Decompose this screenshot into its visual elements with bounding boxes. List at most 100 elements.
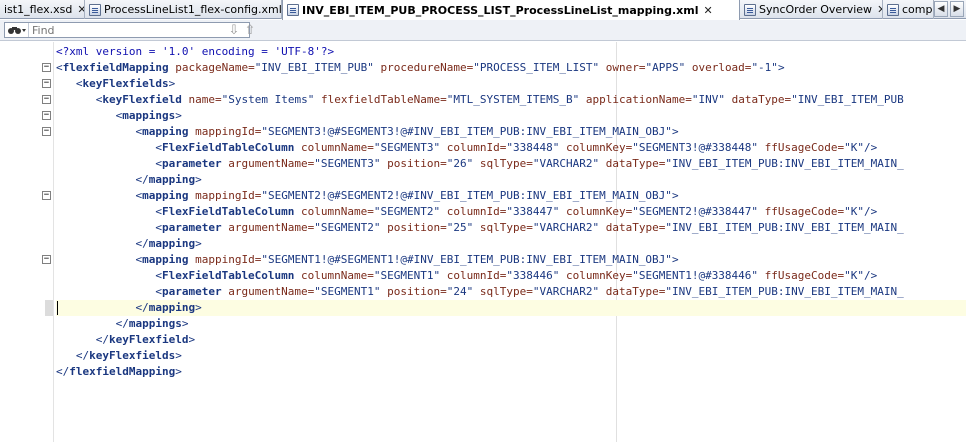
code-line[interactable]: <keyFlexfield name="System Items" flexfi… xyxy=(56,92,966,108)
fold-collapse-icon[interactable]: − xyxy=(42,79,51,88)
xml-attr-token: columnId= xyxy=(440,269,507,282)
code-line[interactable]: </mapping> xyxy=(56,300,966,316)
xml-val-token: "VARCHAR2" xyxy=(532,221,600,234)
xml-val-token: "SEGMENT1" xyxy=(314,285,381,298)
xml-punct-token: > xyxy=(181,317,189,330)
xml-val-token: "-1" xyxy=(751,61,778,74)
code-line[interactable]: <mapping mappingId="SEGMENT2!@#SEGMENT2!… xyxy=(56,188,966,204)
xml-punct-token: > xyxy=(777,61,785,74)
code-line[interactable]: </mapping> xyxy=(56,172,966,188)
xml-punct-token: /> xyxy=(864,269,878,282)
xml-val-token: "SEGMENT1!@#338446" xyxy=(632,269,759,282)
find-bar: ⇩ ⇧ xyxy=(0,20,966,41)
xml-attr-token: applicationName= xyxy=(579,93,692,106)
xml-punct-token: </ xyxy=(115,317,129,330)
code-line[interactable]: </keyFlexfields> xyxy=(56,348,966,364)
close-icon[interactable]: ✕ xyxy=(703,4,712,17)
composite-icon xyxy=(887,3,899,16)
xml-punct-token: </ xyxy=(135,301,149,314)
xml-val-token: "SEGMENT1" xyxy=(373,269,441,282)
xml-val-token: "INV_EBI_ITEM_PUB:INV_EBI_ITEM_MAIN_ xyxy=(665,285,904,298)
fold-collapse-icon[interactable]: − xyxy=(42,127,51,136)
xml-source-editor[interactable]: <?xml version = '1.0' encoding = 'UTF-8'… xyxy=(0,42,966,442)
code-line[interactable]: </keyFlexfield> xyxy=(56,332,966,348)
xml-tag-token: mapping xyxy=(142,189,189,202)
code-line[interactable]: <FlexFieldTableColumn columnName="SEGMEN… xyxy=(56,140,966,156)
xml-attr-token: position= xyxy=(380,221,447,234)
xml-attr-token: ffUsageCode= xyxy=(758,141,845,154)
xml-attr-token: dataType= xyxy=(599,157,666,170)
xml-attr-token: dataType= xyxy=(724,93,792,106)
code-line[interactable]: <?xml version = '1.0' encoding = 'UTF-8'… xyxy=(56,44,966,60)
code-line[interactable]: <flexfieldMapping packageName="INV_EBI_I… xyxy=(56,60,966,76)
tab-comp[interactable]: comp xyxy=(883,0,934,19)
xml-val-token: "SEGMENT1!@#SEGMENT1!@#INV_EBI_ITEM_PUB:… xyxy=(261,253,672,266)
xml-tag-token: flexfieldMapping xyxy=(69,365,176,378)
tab-ist1-flex-xsd[interactable]: ist1_flex.xsd ✕ xyxy=(0,0,85,19)
xml-punct-token: < xyxy=(155,221,162,234)
xml-val-token: "K" xyxy=(844,205,865,218)
xml-punct-token: > xyxy=(175,349,182,362)
tab-syncorder-overview[interactable]: SyncOrder Overview ✕ xyxy=(740,0,883,19)
code-line[interactable]: <mapping mappingId="SEGMENT1!@#SEGMENT1!… xyxy=(56,252,966,268)
find-previous-icon[interactable]: ⇧ xyxy=(242,22,258,38)
binoculars-dropdown-icon[interactable] xyxy=(5,23,29,37)
code-line[interactable]: <parameter argumentName="SEGMENT2" posit… xyxy=(56,220,966,236)
find-input[interactable] xyxy=(29,23,239,37)
xml-punct-token: > xyxy=(195,173,202,186)
find-combo[interactable] xyxy=(4,22,250,38)
close-icon[interactable]: ✕ xyxy=(77,3,84,16)
code-line[interactable]: </flexfieldMapping> xyxy=(56,364,966,380)
find-next-icon[interactable]: ⇩ xyxy=(226,22,242,38)
xml-tag-token: parameter xyxy=(161,285,222,298)
code-line[interactable]: </mappings> xyxy=(56,316,966,332)
fold-collapse-icon[interactable]: − xyxy=(42,191,51,200)
tab-label: comp xyxy=(902,3,933,16)
xml-attr-token: procedureName= xyxy=(373,61,474,74)
code-line[interactable]: <parameter argumentName="SEGMENT3" posit… xyxy=(56,156,966,172)
xml-tag-token: mapping xyxy=(142,253,189,266)
code-line[interactable]: <FlexFieldTableColumn columnName="SEGMEN… xyxy=(56,268,966,284)
xml-attr-token: ffUsageCode= xyxy=(758,205,845,218)
xml-attr-token: columnKey= xyxy=(559,269,633,282)
code-line[interactable]: <mappings> xyxy=(56,108,966,124)
tab-label: SyncOrder Overview xyxy=(759,3,873,16)
xml-val-token: "INV_EBI_ITEM_PUB:INV_EBI_ITEM_MAIN_ xyxy=(665,157,904,170)
fold-collapse-icon[interactable]: − xyxy=(42,95,51,104)
xml-punct-token: > xyxy=(195,237,202,250)
code-line[interactable]: <FlexFieldTableColumn columnName="SEGMEN… xyxy=(56,204,966,220)
fold-collapse-icon[interactable]: − xyxy=(42,255,51,264)
scroll-tabs-left-button[interactable]: ◀ xyxy=(934,1,948,17)
xml-attr-token: mappingId= xyxy=(188,189,262,202)
xml-attr-token: argumentName= xyxy=(221,285,315,298)
xml-val-token: "25" xyxy=(446,221,474,234)
code-line[interactable]: <keyFlexfields> xyxy=(56,76,966,92)
fold-collapse-icon[interactable]: − xyxy=(42,111,51,120)
xml-tag-token: mapping xyxy=(148,237,196,250)
code-line[interactable]: </mapping> xyxy=(56,236,966,252)
fold-collapse-icon[interactable]: − xyxy=(42,63,51,72)
xml-val-token: "24" xyxy=(446,285,474,298)
xml-punct-token: /> xyxy=(864,141,878,154)
tab-processlinelist1-flex-config[interactable]: ProcessLineList1_flex-config.xml ✕ xyxy=(85,0,282,19)
xml-tag-token: keyFlexfields xyxy=(89,349,176,362)
xml-punct-token: < xyxy=(155,141,162,154)
xml-val-token: "INV_EBI_ITEM_PUB xyxy=(791,93,904,106)
xml-attr-token: position= xyxy=(380,157,447,170)
xml-attr-token: dataType= xyxy=(599,221,666,234)
code-line[interactable]: <parameter argumentName="SEGMENT1" posit… xyxy=(56,284,966,300)
xml-tag-token: FlexFieldTableColumn xyxy=(161,141,295,154)
scroll-tabs-right-button[interactable]: ▶ xyxy=(950,1,964,17)
tab-mapping-xml[interactable]: INV_EBI_ITEM_PUB_PROCESS_LIST_ProcessLin… xyxy=(282,0,740,20)
code-line[interactable]: <mapping mappingId="SEGMENT3!@#SEGMENT3!… xyxy=(56,124,966,140)
